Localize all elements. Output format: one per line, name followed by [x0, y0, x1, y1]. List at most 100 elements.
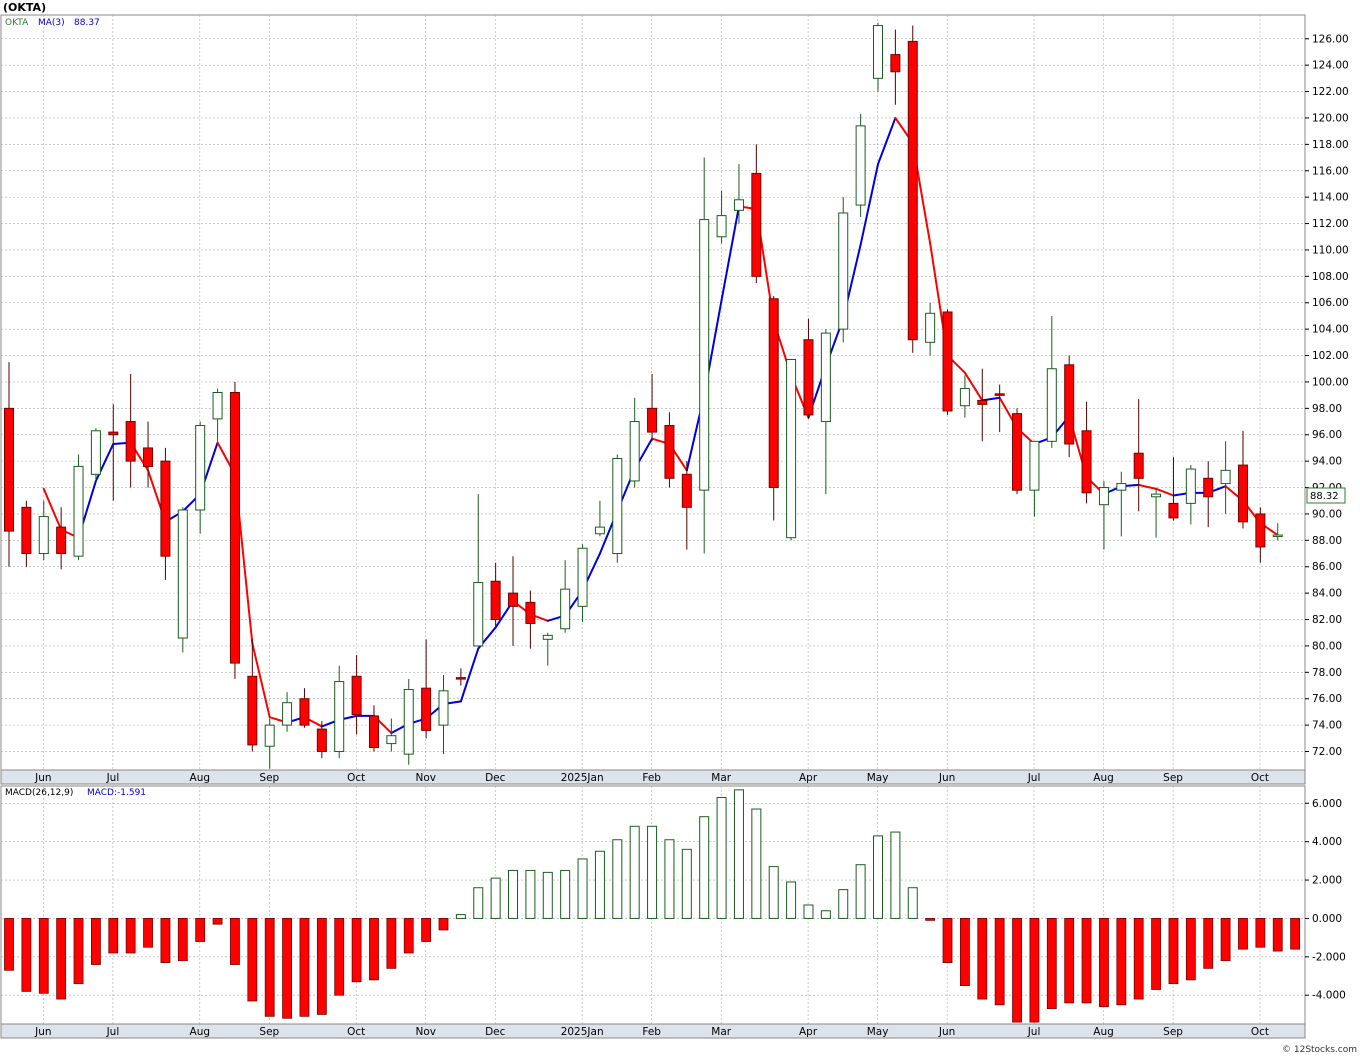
candle-body	[386, 735, 397, 745]
macd-bar	[890, 831, 901, 919]
macd-month-label: Mar	[711, 1026, 731, 1038]
macd-tick-label: 2.000	[1312, 875, 1342, 887]
macd-bar	[4, 918, 14, 971]
candle-body	[577, 547, 588, 607]
macd-bar	[1133, 918, 1144, 1000]
macd-bar	[594, 850, 605, 919]
candle-body	[1081, 430, 1092, 494]
macd-bar	[177, 918, 188, 962]
candle-body	[125, 421, 136, 462]
macd-bar	[1220, 918, 1231, 962]
macd-bar	[786, 881, 797, 919]
price-tick-label: 84.00	[1312, 588, 1342, 600]
price-tick-label: 120.00	[1312, 112, 1349, 124]
macd-bar	[1064, 918, 1075, 1004]
price-tick-label: 80.00	[1312, 640, 1342, 652]
macd-bar	[1012, 918, 1022, 1023]
price-tick-label: 114.00	[1312, 192, 1349, 204]
macd-month-label: Jun	[938, 1026, 955, 1038]
price-month-label: Sep	[259, 772, 279, 784]
macd-tick-label: -4.000	[1312, 990, 1346, 1002]
price-tick-label: 76.00	[1312, 693, 1342, 705]
candle-body	[351, 675, 362, 716]
candle-body	[942, 311, 953, 412]
macd-bar	[386, 918, 397, 969]
price-tick-label: 112.00	[1312, 218, 1349, 230]
symbol-title: (OKTA)	[3, 1, 46, 14]
candle-body	[681, 473, 692, 508]
price-legend-ma-label: MA(3)	[38, 18, 65, 28]
candle-body	[994, 393, 1005, 396]
price-month-label: May	[867, 772, 889, 784]
candle-body	[1185, 468, 1196, 504]
macd-tick-label: 4.000	[1312, 836, 1342, 848]
macd-bar	[473, 887, 484, 919]
macd-month-label: 2025Jan	[561, 1026, 604, 1038]
candle-body	[629, 421, 640, 482]
macd-month-label: Sep	[1163, 1026, 1183, 1038]
macd-bar	[351, 918, 362, 983]
macd-month-label: Oct	[1251, 1026, 1269, 1038]
candle-body	[438, 690, 449, 726]
price-legend-ma-value: 88.37	[74, 18, 100, 28]
price-tick-label: 124.00	[1312, 60, 1349, 72]
price-month-label: Sep	[1163, 772, 1183, 784]
macd-bar	[942, 918, 953, 963]
price-month-label: Feb	[642, 772, 661, 784]
macd-month-label: Jun	[34, 1026, 51, 1038]
macd-bar	[838, 889, 849, 919]
macd-bar	[264, 918, 275, 1017]
candle-body	[925, 312, 936, 343]
price-tick-label: 118.00	[1312, 139, 1349, 151]
macd-bar	[751, 808, 762, 919]
okta-weekly-chart: 72.00 74.00 76.00 78.00 80.00 82.00 84.00 86.00…	[0, 0, 1360, 1056]
macd-bar	[647, 825, 658, 919]
macd-bar	[91, 918, 101, 965]
candle-body	[455, 677, 466, 680]
macd-bar	[855, 864, 866, 919]
macd-bar	[282, 918, 292, 1019]
candle-body	[1133, 452, 1144, 479]
candle-body	[1046, 368, 1057, 442]
price-tick-label: 110.00	[1312, 244, 1349, 256]
price-month-label: Jun	[938, 772, 955, 784]
copyright: © 12Stocks.com	[1282, 1045, 1357, 1055]
macd-bar	[560, 869, 571, 919]
macd-month-label: Sep	[259, 1026, 279, 1038]
candle-body	[542, 634, 553, 640]
macd-bar	[1290, 918, 1301, 950]
candle-body	[1151, 493, 1162, 498]
macd-bar	[421, 918, 432, 942]
macd-bar	[1168, 918, 1179, 985]
macd-bar	[230, 918, 240, 965]
price-month-label: Aug	[1093, 772, 1114, 784]
macd-bar	[681, 848, 692, 919]
price-tick-label: 122.00	[1312, 86, 1349, 98]
price-tick-label: 96.00	[1312, 429, 1342, 441]
price-month-label: Dec	[485, 772, 506, 784]
macd-bar	[960, 918, 970, 987]
macd-bar	[334, 918, 345, 996]
macd-bar	[403, 918, 414, 954]
candle-body	[264, 724, 275, 747]
price-tick-label: 98.00	[1312, 403, 1342, 415]
candle-body	[1064, 364, 1075, 445]
candle-body	[768, 298, 779, 489]
macd-bar	[508, 869, 519, 919]
candle-body	[786, 359, 797, 539]
candle-body	[90, 430, 101, 475]
candle-body	[664, 424, 675, 479]
macd-bar	[1029, 918, 1040, 1023]
candle-body	[716, 215, 727, 238]
macd-bar	[438, 918, 449, 931]
candle-body	[1168, 502, 1179, 519]
candle-body	[959, 388, 970, 407]
price-month-label: Mar	[711, 772, 731, 784]
macd-bar	[490, 877, 501, 919]
candle-body	[38, 516, 49, 555]
macd-bar	[733, 789, 744, 919]
macd-bar	[612, 839, 623, 919]
price-month-label: Aug	[190, 772, 211, 784]
price-tick-label: 90.00	[1312, 508, 1342, 520]
macd-bar	[629, 825, 640, 919]
